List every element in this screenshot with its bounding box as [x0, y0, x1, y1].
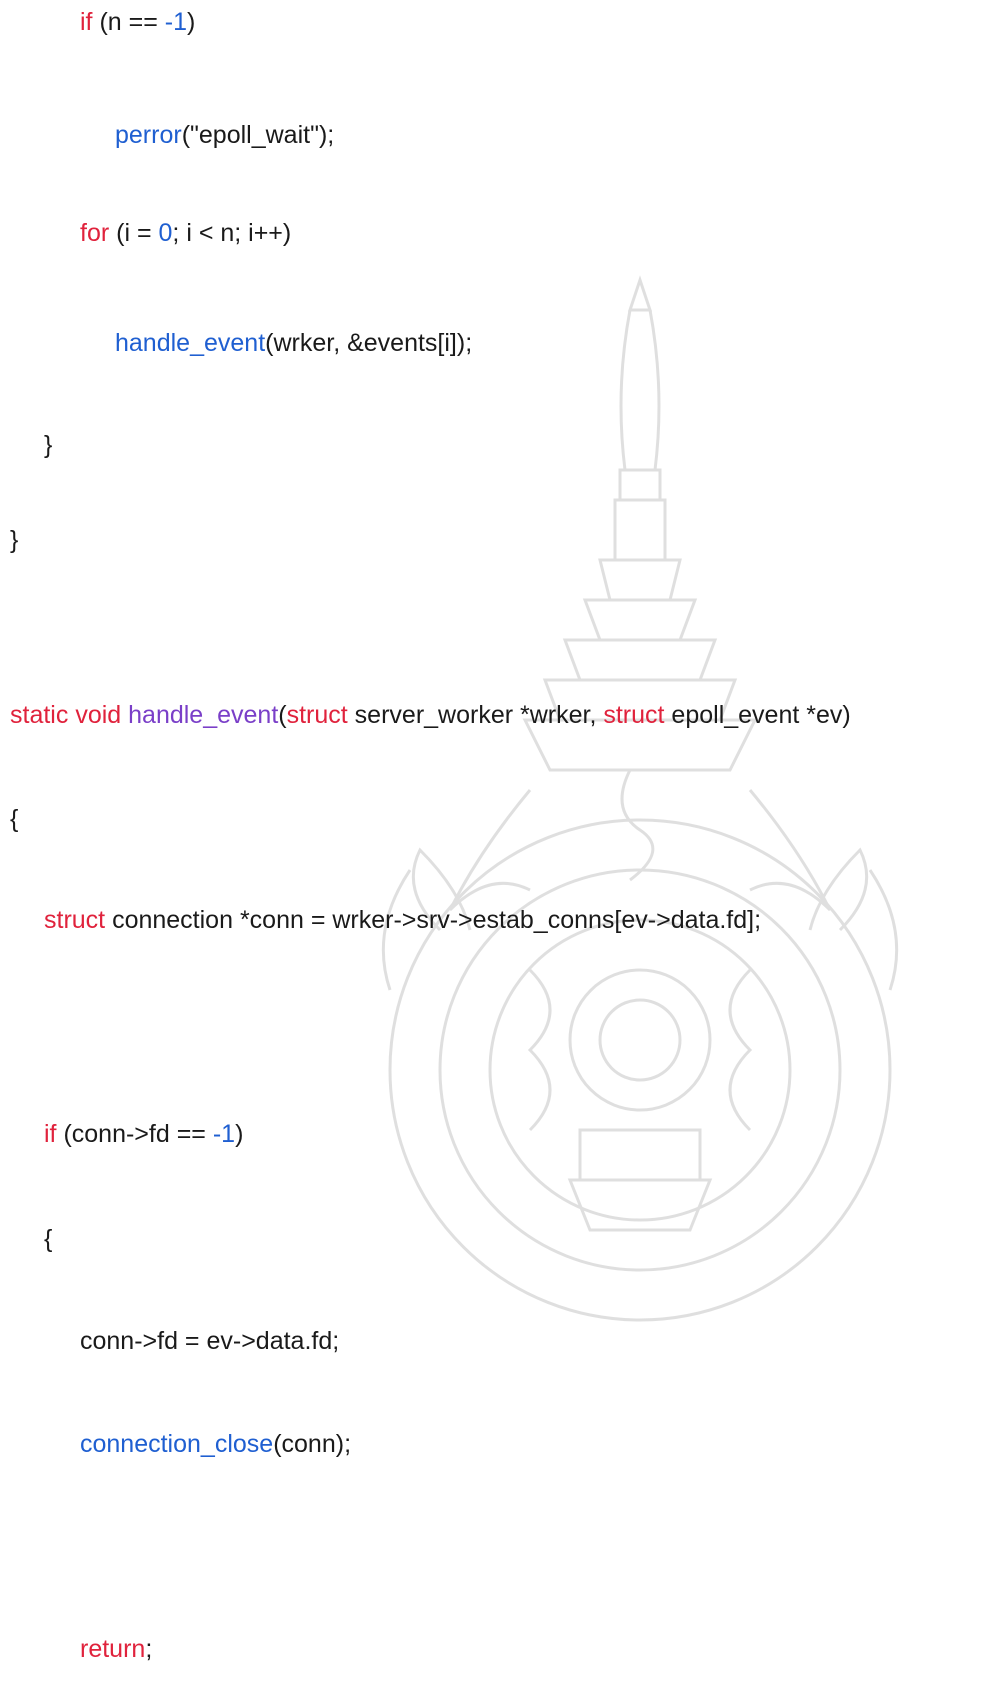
code-line: static void handle_event(struct server_w… — [10, 698, 851, 732]
code-token: server_worker *wrker, — [347, 701, 604, 729]
code-token: (n == — [92, 8, 165, 36]
code-token: if — [44, 1120, 57, 1148]
code-token: { — [44, 1225, 53, 1253]
code-token: (wrker, &events[i]); — [265, 329, 473, 357]
code-token: epoll_event *ev) — [664, 701, 851, 729]
code-token: -1 — [212, 1120, 236, 1148]
code-token: ; — [145, 1635, 153, 1663]
code-line: } — [10, 523, 18, 557]
code-token: ) — [187, 8, 196, 36]
code-token: struct — [286, 701, 348, 729]
code-line: { — [44, 1222, 52, 1256]
code-token: 0 — [158, 219, 173, 247]
code-line: struct connection *conn = wrker->srv->es… — [44, 903, 761, 937]
code-line: connection_close(conn); — [80, 1427, 351, 1461]
code-token: struct — [603, 701, 665, 729]
code-token: connection_close — [80, 1430, 274, 1458]
code-line: for (i = 0; i < n; i++) — [80, 216, 291, 250]
code-token: handle_event — [128, 701, 279, 729]
code-line: conn->fd = ev->data.fd; — [80, 1324, 339, 1358]
university-seal-watermark — [381, 275, 899, 1322]
code-token: (conn->fd == — [56, 1120, 213, 1148]
code-line: return; — [80, 1632, 152, 1666]
code-token: (conn); — [273, 1430, 352, 1458]
code-token: perror — [115, 121, 182, 149]
code-token: connection *conn = wrker->srv->estab_con… — [105, 906, 762, 934]
code-token: conn->fd = ev->data.fd; — [80, 1327, 340, 1355]
code-token: { — [10, 805, 19, 833]
code-token: void — [75, 701, 122, 729]
code-token: (i = — [109, 219, 159, 247]
code-line: } — [44, 428, 52, 462]
code-token: } — [10, 526, 19, 554]
code-token: struct — [44, 906, 106, 934]
code-token: if — [80, 8, 93, 36]
code-token: return — [80, 1635, 146, 1663]
code-line: handle_event(wrker, &events[i]); — [115, 326, 472, 360]
code-token: handle_event — [115, 329, 266, 357]
code-line: if (n == -1) — [80, 5, 195, 39]
code-line: if (conn->fd == -1) — [44, 1117, 243, 1151]
code-line: perror("epoll_wait"); — [115, 118, 334, 152]
code-token: } — [44, 431, 53, 459]
code-token: ; i < n; i++) — [172, 219, 292, 247]
code-token: ("epoll_wait"); — [181, 121, 335, 149]
code-token: static — [10, 701, 69, 729]
code-token: ) — [235, 1120, 244, 1148]
code-line: { — [10, 802, 18, 836]
code-token: -1 — [164, 8, 187, 36]
code-token: ( — [278, 701, 287, 729]
code-token: for — [80, 219, 110, 247]
